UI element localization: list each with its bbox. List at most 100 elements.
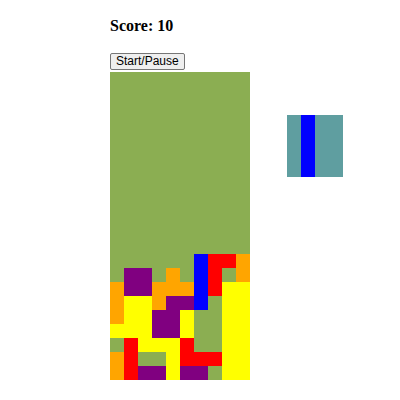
board-cell <box>180 212 194 226</box>
next-cell <box>287 146 301 162</box>
next-cell <box>329 115 343 131</box>
board-cell <box>152 268 166 282</box>
board-cell <box>124 226 138 240</box>
board-cell <box>222 114 236 128</box>
board-cell <box>166 324 180 338</box>
board-cell <box>110 254 124 268</box>
board-cell <box>138 254 152 268</box>
board-cell <box>208 198 222 212</box>
board-cell <box>152 240 166 254</box>
board-cell <box>194 226 208 240</box>
board-cell <box>110 296 124 310</box>
board-cell <box>138 142 152 156</box>
board-cell <box>236 156 250 170</box>
board-cell <box>138 114 152 128</box>
board-cell <box>180 114 194 128</box>
board-cell <box>166 142 180 156</box>
board-cell <box>194 352 208 366</box>
board-cell <box>110 324 124 338</box>
board-cell <box>152 184 166 198</box>
board-cell <box>152 310 166 324</box>
board-cell <box>180 142 194 156</box>
board-cell <box>110 156 124 170</box>
board-cell <box>208 338 222 352</box>
next-cell <box>315 162 329 178</box>
board-cell <box>152 114 166 128</box>
board-cell <box>194 86 208 100</box>
board-cell <box>152 72 166 86</box>
board-cell <box>110 114 124 128</box>
board-cell <box>110 128 124 142</box>
board-cell <box>138 240 152 254</box>
board-cell <box>194 128 208 142</box>
board-cell <box>110 338 124 352</box>
board-cell <box>124 170 138 184</box>
board-cell <box>180 254 194 268</box>
board-cell <box>222 198 236 212</box>
board-cell <box>124 296 138 310</box>
board-cell <box>208 100 222 114</box>
board-cell <box>138 86 152 100</box>
board-cell <box>222 184 236 198</box>
board-cell <box>222 72 236 86</box>
board-cell <box>208 226 222 240</box>
board-cell <box>208 268 222 282</box>
board-cell <box>166 170 180 184</box>
board-cell <box>152 296 166 310</box>
board-cell <box>194 170 208 184</box>
board-cell <box>180 128 194 142</box>
board-cell <box>152 86 166 100</box>
board-cell <box>208 86 222 100</box>
game-board <box>110 72 250 380</box>
board-cell <box>236 296 250 310</box>
board-cell <box>138 212 152 226</box>
board-cell <box>222 324 236 338</box>
board-cell <box>152 282 166 296</box>
board-cell <box>166 184 180 198</box>
board-cell <box>110 212 124 226</box>
board-cell <box>194 240 208 254</box>
board-cell <box>180 72 194 86</box>
board-cell <box>236 142 250 156</box>
next-cell <box>329 146 343 162</box>
board-cell <box>138 198 152 212</box>
board-cell <box>236 324 250 338</box>
board-cell <box>124 254 138 268</box>
board-cell <box>152 128 166 142</box>
board-cell <box>180 296 194 310</box>
board-cell <box>222 296 236 310</box>
board-cell <box>222 226 236 240</box>
board-cell <box>222 282 236 296</box>
board-cell <box>138 296 152 310</box>
board-cell <box>152 324 166 338</box>
board-cell <box>152 198 166 212</box>
board-cell <box>222 156 236 170</box>
next-cell <box>315 115 329 131</box>
board-cell <box>138 366 152 380</box>
board-cell <box>236 366 250 380</box>
board-cell <box>180 156 194 170</box>
board-cell <box>180 282 194 296</box>
board-cell <box>208 128 222 142</box>
board-cell <box>222 100 236 114</box>
next-cell <box>287 162 301 178</box>
board-cell <box>180 226 194 240</box>
board-cell <box>194 310 208 324</box>
board-cell <box>138 184 152 198</box>
board-cell <box>180 198 194 212</box>
board-cell <box>194 156 208 170</box>
board-cell <box>180 310 194 324</box>
board-cell <box>222 170 236 184</box>
board-cell <box>208 114 222 128</box>
board-cell <box>110 184 124 198</box>
board-cell <box>166 72 180 86</box>
next-cell <box>315 146 329 162</box>
board-cell <box>222 86 236 100</box>
board-cell <box>222 268 236 282</box>
board-cell <box>166 86 180 100</box>
board-cell <box>124 282 138 296</box>
board-cell <box>124 128 138 142</box>
board-cell <box>110 366 124 380</box>
start-pause-button[interactable]: Start/Pause <box>110 53 185 70</box>
board-cell <box>194 324 208 338</box>
